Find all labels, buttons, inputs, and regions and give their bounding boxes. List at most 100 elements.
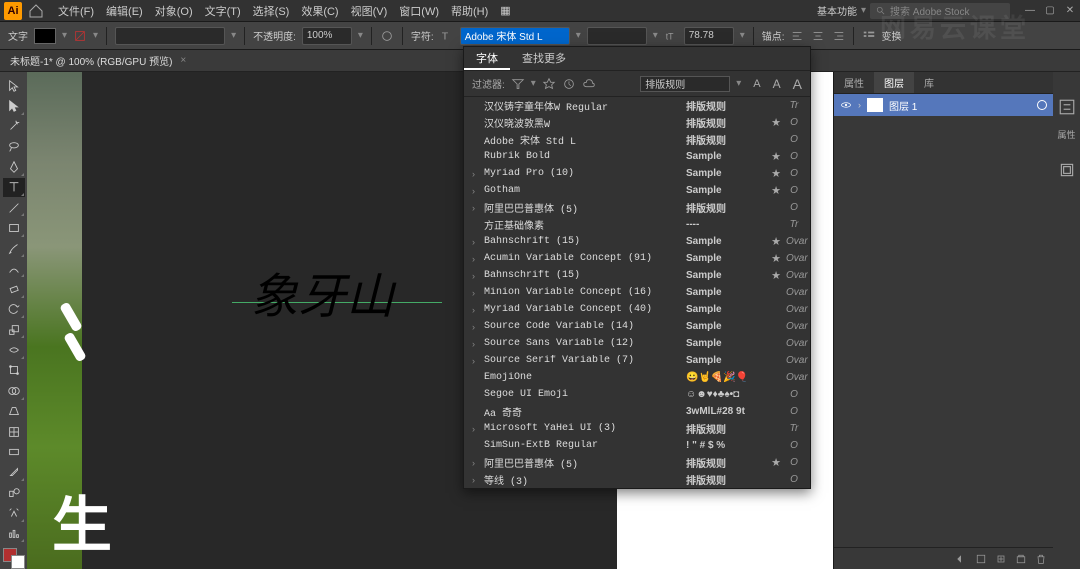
gradient-tool[interactable] — [3, 442, 25, 461]
clip-icon[interactable] — [975, 553, 987, 565]
opacity-input[interactable]: 100% — [302, 27, 352, 45]
eraser-tool[interactable] — [3, 279, 25, 298]
font-row[interactable]: ›Bahnschrift (15)Sample★Ovar — [464, 267, 810, 284]
recolor-icon[interactable] — [380, 29, 394, 43]
font-row[interactable]: ›Minion Variable Concept (16)SampleOvar — [464, 284, 810, 301]
font-size-input[interactable]: 78.78 — [684, 27, 734, 45]
font-row[interactable]: ›Myriad Pro (10)Sample★O — [464, 165, 810, 182]
trash-icon[interactable] — [1035, 553, 1047, 565]
sample-size-med[interactable]: A — [773, 77, 781, 91]
menu-object[interactable]: 对象(O) — [149, 3, 199, 19]
menu-file[interactable]: 文件(F) — [52, 3, 100, 19]
favorite-star-icon[interactable]: ★ — [770, 184, 782, 197]
graph-tool[interactable] — [3, 524, 25, 543]
font-row[interactable]: ›GothamSample★O — [464, 182, 810, 199]
font-row[interactable]: ›Bahnschrift (15)Sample★Ovar — [464, 233, 810, 250]
home-icon[interactable] — [28, 3, 44, 19]
favorite-star-icon[interactable]: ★ — [770, 167, 782, 180]
shaper-tool[interactable] — [3, 259, 25, 278]
blend-tool[interactable] — [3, 483, 25, 502]
type-tool[interactable] — [3, 178, 25, 197]
font-row[interactable]: ›阿里巴巴普惠体 (5)排版规则★O — [464, 454, 810, 471]
menu-type[interactable]: 文字(T) — [199, 3, 247, 19]
menu-window[interactable]: 窗口(W) — [393, 3, 445, 19]
menu-edit[interactable]: 编辑(E) — [100, 3, 149, 19]
font-row[interactable]: ›Acumin Variable Concept (91)Sample★Ovar — [464, 250, 810, 267]
font-row[interactable]: 汉仪晓波敦黑W排版规则★O — [464, 114, 810, 131]
eyedropper-tool[interactable] — [3, 463, 25, 482]
layer-name[interactable]: 图层 1 — [889, 98, 1031, 113]
panel-tab-properties[interactable]: 属性 — [834, 72, 874, 93]
font-row[interactable]: Segoe UI Emoji☺☻♥♦♣♠•◘O — [464, 386, 810, 403]
layer-expand-icon[interactable]: › — [858, 100, 861, 110]
properties-icon[interactable] — [1058, 98, 1076, 116]
new-layer-icon[interactable] — [1015, 553, 1027, 565]
menu-select[interactable]: 选择(S) — [247, 3, 296, 19]
panel-tab-libraries[interactable]: 库 — [914, 72, 944, 93]
layer-target-icon[interactable] — [1037, 100, 1047, 110]
font-family-input[interactable]: Adobe 宋体 Std L — [460, 27, 570, 45]
menu-effect[interactable]: 效果(C) — [295, 3, 344, 19]
color-picker[interactable] — [3, 548, 25, 569]
font-row[interactable]: ›阿里巴巴普惠体 (5)排版规则O — [464, 199, 810, 216]
align-right-icon[interactable] — [831, 29, 845, 43]
lasso-tool[interactable] — [3, 137, 25, 156]
list-icon[interactable] — [862, 29, 876, 43]
search-stock[interactable]: 搜索 Adobe Stock — [870, 3, 1010, 19]
new-sublayer-icon[interactable] — [995, 553, 1007, 565]
libraries-icon[interactable] — [1058, 161, 1076, 179]
sample-size-small[interactable]: A — [753, 78, 760, 90]
favorite-star-icon[interactable]: ★ — [770, 269, 782, 282]
width-tool[interactable] — [3, 340, 25, 359]
align-left-icon[interactable] — [791, 29, 805, 43]
favorite-star-icon[interactable]: ★ — [770, 235, 782, 248]
selection-tool[interactable] — [3, 76, 25, 95]
pen-tool[interactable] — [3, 157, 25, 176]
locate-icon[interactable] — [955, 553, 967, 565]
font-style-input[interactable] — [587, 27, 647, 45]
filter-funnel-icon[interactable] — [511, 77, 525, 91]
font-list[interactable]: 汉仪铸字童年体W Regular排版规则Tr汉仪晓波敦黑W排版规则★OAdobe… — [464, 97, 810, 488]
filter-cloud-icon[interactable] — [582, 77, 596, 91]
sort-select[interactable]: 排版规则 — [640, 76, 730, 92]
transform-label[interactable]: 变换 — [882, 28, 902, 43]
workspace-label[interactable]: 基本功能 — [817, 3, 857, 18]
direct-selection-tool[interactable] — [3, 96, 25, 115]
font-row[interactable]: Aa 奇奇3wMlL#28 9tO — [464, 403, 810, 420]
window-minimize[interactable]: — — [1024, 5, 1036, 17]
stroke-icon[interactable] — [73, 29, 87, 43]
font-row[interactable]: ›Source Code Variable (14)SampleOvar — [464, 318, 810, 335]
font-row[interactable]: ›Source Sans Variable (12)SampleOvar — [464, 335, 810, 352]
window-close[interactable]: ✕ — [1064, 5, 1076, 17]
menu-view[interactable]: 视图(V) — [345, 3, 394, 19]
font-row[interactable]: SimSun-ExtB Regular! " # $ %O — [464, 437, 810, 454]
fill-swatch[interactable] — [34, 28, 56, 44]
menu-collapse-icon[interactable]: ▦ — [494, 4, 516, 17]
visibility-icon[interactable] — [840, 99, 852, 111]
stroke-color[interactable] — [11, 555, 25, 569]
favorite-star-icon[interactable]: ★ — [770, 252, 782, 265]
favorite-star-icon[interactable]: ★ — [770, 150, 782, 163]
layer-row[interactable]: › 图层 1 — [834, 94, 1053, 116]
canvas-text[interactable]: 象牙山 — [250, 257, 394, 327]
font-row[interactable]: ›等线 (3)排版规则O — [464, 471, 810, 488]
font-tab-fonts[interactable]: 字体 — [464, 47, 510, 70]
font-row[interactable]: 方正基础像素----Tr — [464, 216, 810, 233]
shape-builder-tool[interactable] — [3, 381, 25, 400]
magic-wand-tool[interactable] — [3, 117, 25, 136]
font-row[interactable]: Rubrik BoldSample★O — [464, 148, 810, 165]
font-row[interactable]: EmojiOne😀🤘🍕🎉🎈Ovar — [464, 369, 810, 386]
sample-size-large[interactable]: A — [793, 76, 802, 92]
free-transform-tool[interactable] — [3, 361, 25, 380]
menu-help[interactable]: 帮助(H) — [445, 3, 494, 19]
font-row[interactable]: ›Source Serif Variable (7)SampleOvar — [464, 352, 810, 369]
filter-clock-icon[interactable] — [562, 77, 576, 91]
font-row[interactable]: ›Myriad Variable Concept (40)SampleOvar — [464, 301, 810, 318]
font-row[interactable]: ›Microsoft YaHei UI (3)排版规则Tr — [464, 420, 810, 437]
font-tab-findmore[interactable]: 查找更多 — [510, 47, 578, 70]
font-row[interactable]: Adobe 宋体 Std L排版规则O — [464, 131, 810, 148]
panel-tab-layers[interactable]: 图层 — [874, 72, 914, 93]
symbol-sprayer-tool[interactable] — [3, 503, 25, 522]
filter-star-icon[interactable] — [542, 77, 556, 91]
perspective-tool[interactable] — [3, 402, 25, 421]
